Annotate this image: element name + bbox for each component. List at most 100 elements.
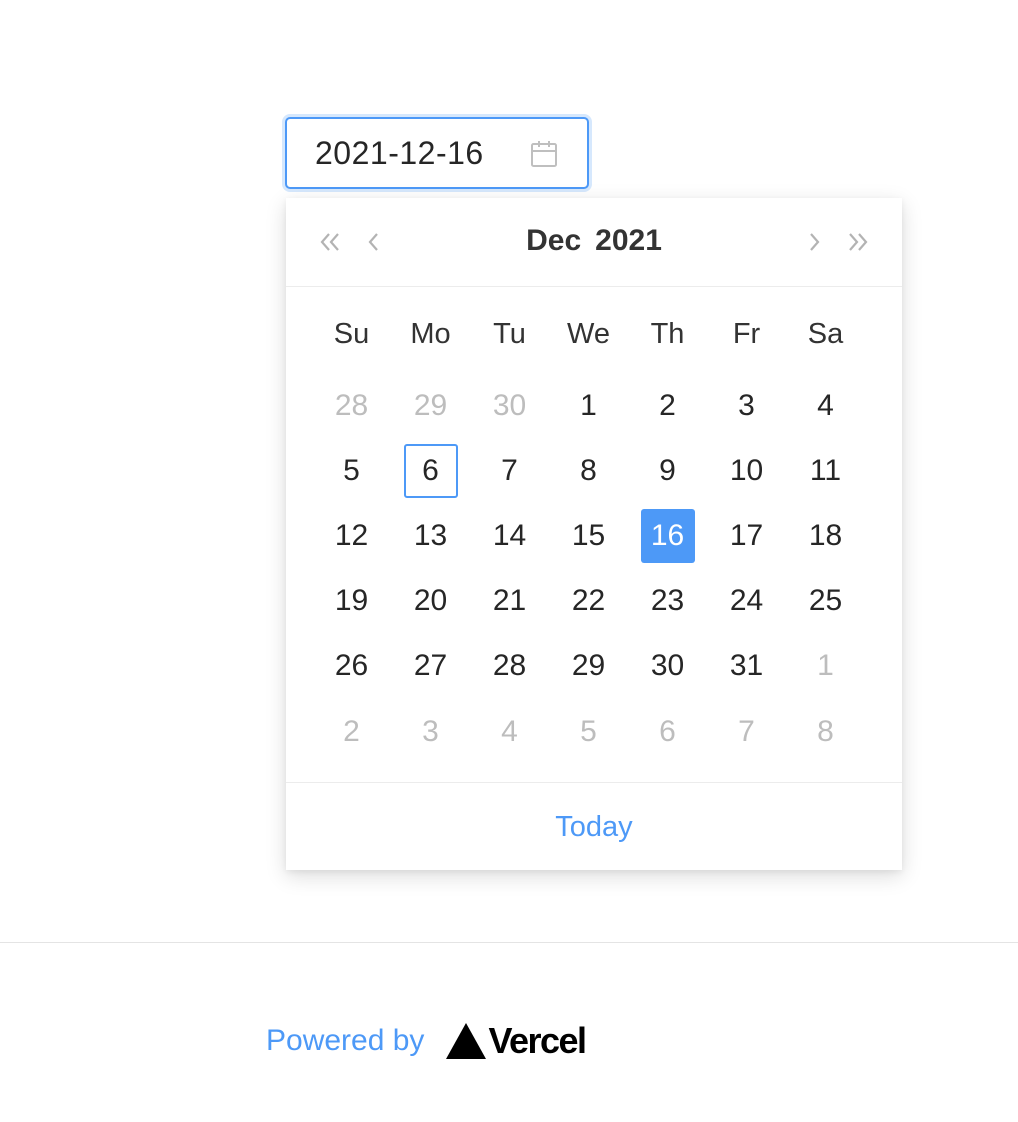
calendar-day-number: 2 (343, 714, 360, 748)
calendar-day[interactable]: 23 (628, 569, 707, 634)
calendar-day-number: 4 (501, 714, 518, 748)
calendar-day-other-month[interactable]: 28 (312, 373, 391, 438)
calendar-day-number: 26 (334, 649, 369, 683)
calendar-day-number: 3 (422, 714, 439, 748)
calendar-day-number: 4 (817, 388, 834, 422)
date-input-value: 2021-12-16 (315, 134, 484, 171)
date-input-field[interactable]: 2021-12-16 (285, 117, 589, 189)
calendar-day-number: 7 (501, 453, 518, 487)
calendar-day[interactable]: 13 (391, 503, 470, 568)
calendar-day-other-month[interactable]: 30 (470, 373, 549, 438)
weekday-label: Su (333, 318, 370, 350)
calendar-day[interactable]: 24 (707, 569, 786, 634)
calendar-day-number: 13 (413, 518, 448, 552)
calendar-day-number: 28 (492, 649, 527, 683)
calendar-day-other-month[interactable]: 4 (470, 699, 549, 764)
calendar-day-number: 2 (659, 388, 676, 422)
weekday-label: Th (650, 318, 685, 350)
calendar-day[interactable]: 14 (470, 503, 549, 568)
weekday-label: Tu (493, 318, 526, 350)
calendar-day[interactable]: 22 (549, 569, 628, 634)
calendar-day-other-month[interactable]: 6 (628, 699, 707, 764)
double-chevron-right-icon[interactable] (842, 226, 874, 258)
weekday-label: Mo (410, 318, 451, 350)
calendar-day-number: 22 (571, 584, 606, 618)
calendar-day[interactable]: 17 (707, 503, 786, 568)
powered-by-link[interactable]: Powered by (266, 1024, 424, 1058)
calendar-day-number: 20 (413, 584, 448, 618)
calendar-day-other-month[interactable]: 7 (707, 699, 786, 764)
calendar-day[interactable]: 26 (312, 634, 391, 699)
calendar-day-today[interactable]: 6 (391, 438, 470, 503)
calendar-day-number: 9 (659, 453, 676, 487)
calendar-day-number: 23 (650, 584, 685, 618)
weekday-label: Sa (807, 318, 844, 350)
calendar-day-number: 19 (334, 584, 369, 618)
calendar-day-number: 29 (413, 388, 448, 422)
calendar-day[interactable]: 31 (707, 634, 786, 699)
calendar-day-number: 24 (729, 584, 764, 618)
weekday-label: Fr (732, 318, 761, 350)
calendar-day[interactable]: 19 (312, 569, 391, 634)
calendar-day[interactable]: 8 (549, 438, 628, 503)
month-label[interactable]: Dec (526, 224, 581, 257)
calendar-day[interactable]: 20 (391, 569, 470, 634)
calendar-day[interactable]: 28 (470, 634, 549, 699)
calendar-day[interactable]: 15 (549, 503, 628, 568)
calendar-week-row: 26 27 28 29 30 31 1 (312, 634, 876, 699)
calendar-header: Dec 2021 (286, 198, 902, 287)
calendar-day-other-month[interactable]: 5 (549, 699, 628, 764)
calendar-day-grid: 28 29 30 1 2 3 4 5 6 7 8 9 10 11 12 13 14 15 16 17 18 19 20 21 2… (312, 373, 876, 764)
calendar-day-number: 5 (343, 453, 360, 487)
vercel-triangle-icon (446, 1023, 487, 1059)
calendar-day[interactable]: 4 (786, 373, 865, 438)
calendar-day-other-month[interactable]: 3 (391, 699, 470, 764)
year-label[interactable]: 2021 (595, 224, 662, 257)
calendar-day[interactable]: 7 (470, 438, 549, 503)
page: 2021-12-16 Dec 2021 Su Mo Tu We Th Fr Sa… (0, 0, 1018, 1122)
calendar-day-other-month[interactable]: 2 (312, 699, 391, 764)
calendar-day-number: 6 (659, 714, 676, 748)
calendar-day-number: 27 (413, 649, 448, 683)
calendar-day-number: 28 (334, 388, 369, 422)
calendar-day[interactable]: 18 (786, 503, 865, 568)
calendar-day[interactable]: 27 (391, 634, 470, 699)
calendar-day[interactable]: 21 (470, 569, 549, 634)
calendar-day-number: 31 (729, 649, 764, 683)
calendar-day[interactable]: 30 (628, 634, 707, 699)
powered-by-footer: Powered by Vercel (266, 1018, 587, 1064)
calendar-day-number: 1 (817, 649, 834, 683)
today-button[interactable]: Today (555, 811, 632, 844)
vercel-logo-text: Vercel (488, 1020, 587, 1061)
vercel-logo[interactable]: Vercel (446, 1020, 587, 1062)
calendar-day[interactable]: 3 (707, 373, 786, 438)
calendar-day-selected[interactable]: 16 (628, 503, 707, 568)
calendar-day-number: 8 (817, 714, 834, 748)
calendar-week-row: 12 13 14 15 16 17 18 (312, 503, 876, 568)
calendar-day-number: 10 (729, 453, 764, 487)
calendar-day[interactable]: 12 (312, 503, 391, 568)
calendar-day[interactable]: 25 (786, 569, 865, 634)
calendar-day[interactable]: 1 (549, 373, 628, 438)
calendar-day-other-month[interactable]: 1 (786, 634, 865, 699)
calendar-day[interactable]: 29 (549, 634, 628, 699)
calendar-day[interactable]: 9 (628, 438, 707, 503)
calendar-week-row: 19 20 21 22 23 24 25 (312, 569, 876, 634)
calendar-day-number: 3 (738, 388, 755, 422)
calendar-footer: Today (286, 782, 902, 871)
calendar-day-number: 29 (571, 649, 606, 683)
calendar-day-other-month[interactable]: 29 (391, 373, 470, 438)
calendar-day-number: 12 (334, 518, 369, 552)
calendar-week-row: 5 6 7 8 9 10 11 (312, 438, 876, 503)
calendar-day[interactable]: 10 (707, 438, 786, 503)
calendar-day[interactable]: 2 (628, 373, 707, 438)
calendar-day-number: 15 (571, 518, 606, 552)
calendar-day-number: 30 (650, 649, 685, 683)
weekday-label: We (567, 318, 610, 350)
calendar-icon[interactable] (529, 139, 559, 169)
calendar-day-number: 7 (738, 714, 755, 748)
calendar-day[interactable]: 5 (312, 438, 391, 503)
calendar-day-other-month[interactable]: 8 (786, 699, 865, 764)
chevron-right-icon[interactable] (798, 226, 830, 258)
calendar-day[interactable]: 11 (786, 438, 865, 503)
